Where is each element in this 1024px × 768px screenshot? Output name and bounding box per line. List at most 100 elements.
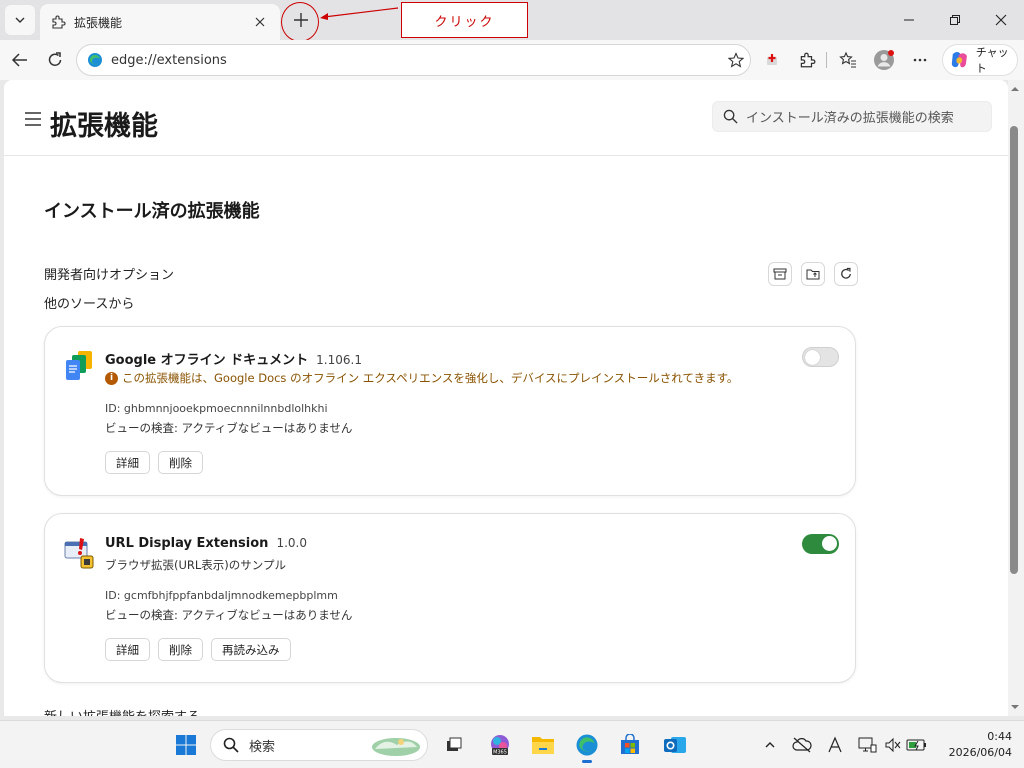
chevron-up-icon — [765, 742, 775, 748]
title-bar: 拡張機能 クリック — [0, 0, 1024, 42]
extension-enable-toggle[interactable] — [802, 347, 839, 367]
taskbar-search[interactable]: 検索 — [210, 729, 428, 761]
edge-app[interactable] — [571, 729, 603, 763]
extension-description: ブラウザ拡張(URL表示)のサンプル — [105, 557, 286, 573]
favorites-icon — [839, 51, 856, 68]
restore-button[interactable] — [932, 0, 978, 40]
extension-enable-toggle[interactable] — [802, 534, 839, 554]
tab-close-button[interactable] — [250, 12, 270, 32]
inspect-views: ビューの検査: アクティブなビューはありません — [105, 421, 353, 435]
extension-button[interactable] — [758, 46, 786, 74]
toolbar-divider — [826, 52, 827, 68]
extension-icon — [767, 54, 777, 65]
remove-button[interactable]: 削除 — [158, 451, 203, 474]
star-icon — [728, 52, 744, 68]
windows-taskbar: 検索 M365 0:44 2026/06/04 — [0, 720, 1024, 768]
chat-label: チャット — [975, 46, 1009, 75]
edge-logo-icon — [576, 734, 598, 756]
microsoft365-app[interactable]: M365 — [484, 729, 516, 761]
avatar-icon — [874, 50, 894, 70]
outlook-app[interactable] — [659, 729, 691, 761]
search-icon — [223, 737, 239, 753]
archive-icon — [773, 268, 787, 280]
other-sources-label: 他のソースから — [44, 297, 135, 312]
close-icon — [995, 14, 1007, 26]
search-highlight-icon — [372, 738, 420, 756]
task-view-button[interactable] — [438, 729, 470, 761]
task-view-icon — [447, 737, 462, 751]
windows-logo-icon — [176, 735, 196, 755]
microsoft-store-app[interactable] — [614, 729, 646, 761]
find-new-extensions-heading: 新しい拡張機能を探索する — [44, 706, 200, 716]
extension-actions: 詳細 削除 再読み込み — [105, 638, 291, 661]
annotation-label: クリック — [401, 2, 528, 38]
svg-text:M365: M365 — [493, 750, 507, 756]
profile-button[interactable] — [870, 46, 898, 74]
store-icon — [621, 734, 639, 754]
font-a-icon — [828, 736, 842, 753]
extension-search-input[interactable]: インストール済みの拡張機能の検索 — [712, 101, 992, 132]
reload-button[interactable]: 再読み込み — [211, 638, 291, 661]
favorite-button[interactable] — [722, 52, 750, 68]
taskbar-clock[interactable]: 0:44 2026/06/04 — [940, 729, 1012, 761]
details-button[interactable]: 詳細 — [105, 451, 150, 474]
battery-charging-icon — [906, 739, 926, 751]
start-button[interactable] — [170, 729, 202, 761]
update-extensions-button[interactable] — [834, 262, 858, 286]
extension-name: Google オフライン ドキュメント — [105, 353, 309, 368]
remove-button[interactable]: 削除 — [158, 638, 203, 661]
browser-toolbar: edge://extensions チャット — [0, 40, 1024, 80]
speaker-muted-icon — [885, 737, 901, 753]
hamburger-menu-icon[interactable] — [24, 112, 42, 126]
folder-icon — [806, 269, 820, 280]
load-unpacked-button[interactable] — [801, 262, 825, 286]
address-bar[interactable]: edge://extensions — [76, 44, 751, 76]
refresh-button[interactable] — [41, 46, 69, 74]
tab-title: 拡張機能 — [74, 15, 123, 30]
tab-actions-menu-button[interactable] — [5, 5, 35, 35]
extension-description-text: ブラウザ拡張(URL表示)のサンプル — [105, 558, 286, 572]
show-hidden-icons-button[interactable] — [758, 733, 782, 757]
settings-more-button[interactable] — [906, 46, 934, 74]
monitor-network-icon — [858, 737, 877, 753]
input-indicator-button[interactable] — [823, 733, 847, 757]
close-icon — [255, 17, 265, 27]
tab-extensions[interactable]: 拡張機能 — [40, 4, 280, 40]
folder-icon — [532, 737, 554, 754]
scroll-up-arrow-icon[interactable] — [1010, 84, 1020, 94]
clock-time: 0:44 — [987, 730, 1012, 743]
favorites-button[interactable] — [834, 46, 862, 74]
close-window-button[interactable] — [978, 0, 1024, 40]
puzzle-icon — [800, 52, 816, 68]
extensions-button[interactable] — [793, 46, 821, 74]
file-explorer-app[interactable] — [527, 729, 559, 761]
network-tray-button[interactable] — [855, 733, 879, 757]
extension-version: 1.0.0 — [276, 536, 307, 550]
toggle-knob — [822, 536, 837, 551]
scroll-down-arrow-icon[interactable] — [1010, 702, 1020, 712]
battery-tray-button[interactable] — [905, 733, 929, 757]
more-horizontal-icon — [913, 58, 927, 62]
refresh-icon — [48, 52, 62, 66]
minimize-button[interactable] — [886, 0, 932, 40]
onedrive-tray-button[interactable] — [790, 733, 814, 757]
chevron-down-icon — [15, 17, 25, 23]
copilot-icon — [951, 52, 967, 68]
details-button[interactable]: 詳細 — [105, 638, 150, 661]
arrow-left-icon — [11, 53, 27, 67]
extension-name-row: Google オフライン ドキュメント 1.106.1 — [105, 349, 362, 368]
extension-id: ID: gcmfbhjfppfanbdaljmnodkemepbplmm — [105, 589, 338, 602]
developer-options-label: 開発者向けオプション — [44, 268, 175, 283]
scrollbar-thumb[interactable] — [1010, 126, 1018, 574]
extension-name: URL Display Extension — [105, 536, 269, 551]
microsoft365-icon: M365 — [491, 735, 509, 756]
toggle-knob — [805, 350, 820, 365]
pack-extension-button[interactable] — [768, 262, 792, 286]
back-button[interactable] — [6, 46, 34, 74]
address-url: edge://extensions — [111, 52, 227, 68]
extensions-page: 拡張機能 インストール済みの拡張機能の検索 インストール済の拡張機能 開発者向け… — [4, 80, 1008, 716]
puzzle-icon — [52, 15, 66, 29]
taskbar-search-label: 検索 — [249, 739, 276, 755]
copilot-chat-button[interactable]: チャット — [942, 44, 1018, 76]
volume-tray-button[interactable] — [881, 733, 905, 757]
